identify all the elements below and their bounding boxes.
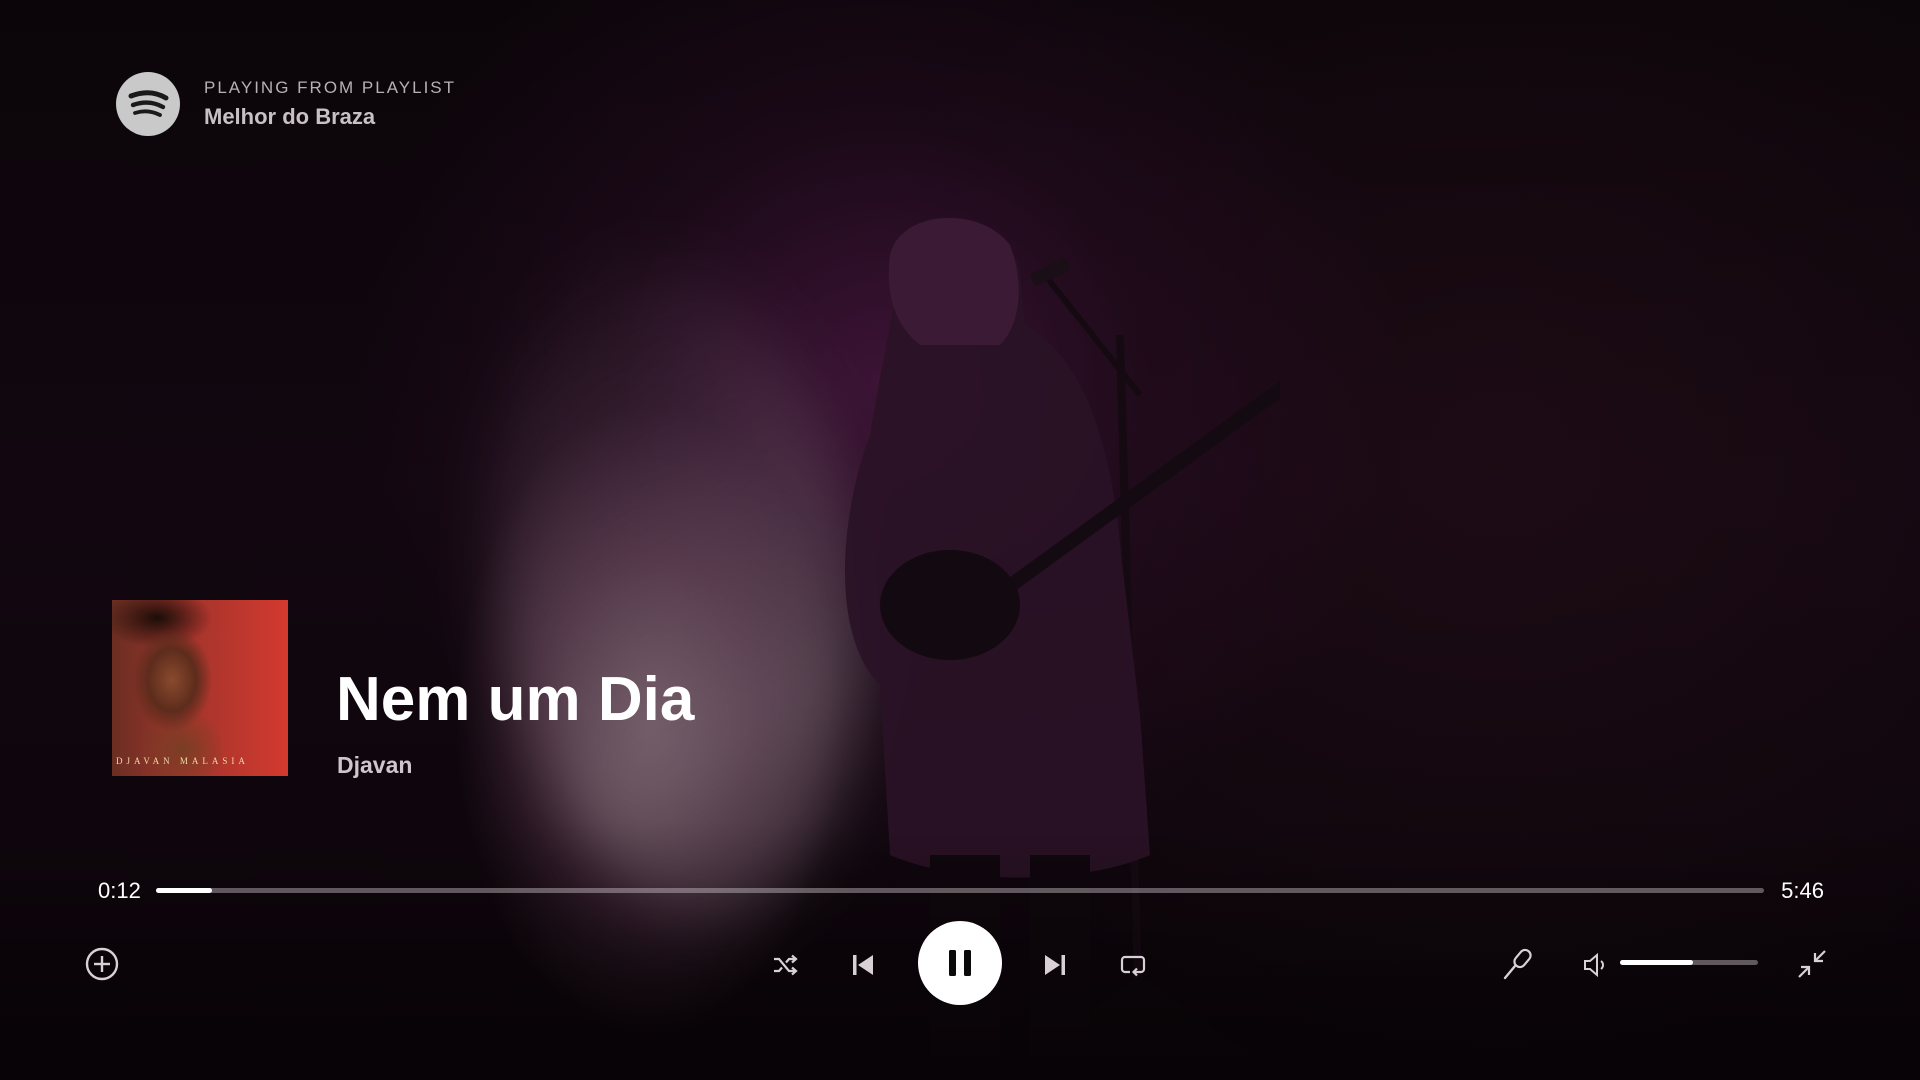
microphone-icon (1503, 948, 1532, 980)
repeat-button[interactable] (1116, 948, 1150, 982)
playing-context: PLAYING FROM PLAYLIST Melhor do Braza (116, 72, 456, 136)
fullscreen-player: PLAYING FROM PLAYLIST Melhor do Braza DJ… (0, 0, 1920, 1080)
context-label: PLAYING FROM PLAYLIST (204, 78, 457, 97)
total-time: 5:46 (1781, 878, 1824, 903)
playlist-name-link[interactable]: Melhor do Braza (204, 104, 456, 130)
volume-slider-fill (1620, 960, 1694, 965)
album-cover: DJAVAN MALASIA (112, 600, 288, 776)
next-track-button[interactable] (1038, 948, 1072, 982)
exit-fullscreen-button[interactable] (1792, 944, 1832, 984)
shuffle-button[interactable] (768, 948, 802, 982)
track-artist-link[interactable]: Djavan (337, 752, 412, 779)
add-to-library-button[interactable] (82, 944, 122, 984)
skip-next-icon (1045, 955, 1065, 975)
volume-slider[interactable] (1620, 960, 1758, 965)
album-cover-text: DJAVAN MALASIA (116, 756, 249, 766)
skip-previous-icon (853, 955, 873, 975)
elapsed-time: 0:12 (98, 878, 141, 903)
track-title: Nem um Dia (336, 665, 695, 734)
pause-icon (949, 950, 971, 976)
pause-button[interactable] (918, 921, 1002, 1005)
progress-bar-fill (156, 888, 213, 893)
previous-track-button[interactable] (846, 948, 880, 982)
volume-button[interactable] (1578, 948, 1612, 982)
shuffle-icon (774, 954, 798, 976)
lyrics-button[interactable] (1497, 944, 1537, 984)
album-cover-portrait (112, 600, 222, 776)
add-circle-icon (85, 947, 119, 981)
progress-bar[interactable] (156, 888, 1764, 893)
minimize-icon (1798, 950, 1826, 978)
spotify-logo-icon (116, 72, 180, 136)
repeat-icon (1120, 955, 1146, 977)
volume-icon (1584, 952, 1604, 978)
